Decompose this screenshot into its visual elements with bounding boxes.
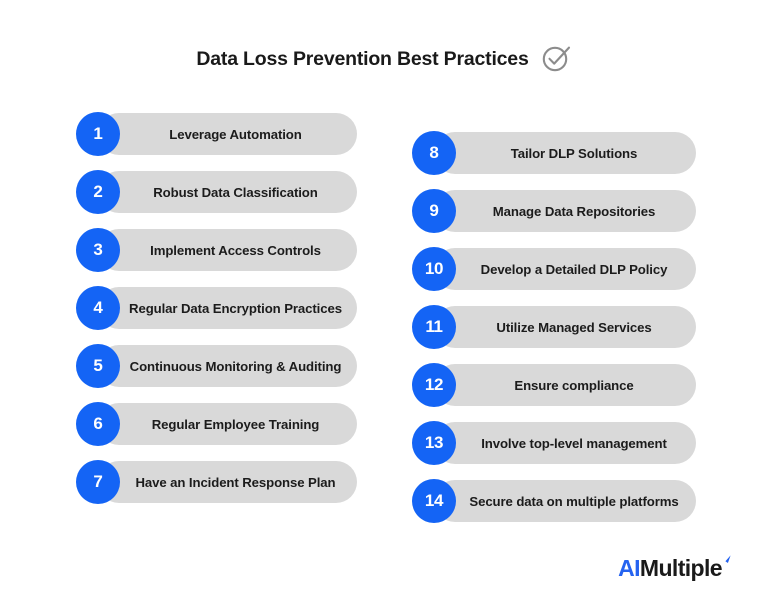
practice-number-badge: 12 <box>412 363 456 407</box>
practice-label: Involve top-level management <box>481 435 667 451</box>
practice-pill[interactable]: Ensure compliance <box>434 364 696 406</box>
practice-number-badge: 7 <box>76 460 120 504</box>
practice-pill[interactable]: Secure data on multiple platforms <box>434 480 696 522</box>
practice-label: Develop a Detailed DLP Policy <box>480 261 668 277</box>
practice-label: Robust Data Classification <box>153 184 318 200</box>
practice-pill[interactable]: Manage Data Repositories <box>434 190 696 232</box>
practice-label: Have an Incident Response Plan <box>135 474 336 490</box>
practice-number-badge: 2 <box>76 170 120 214</box>
practice-pill[interactable]: Implement Access Controls <box>98 229 357 271</box>
practice-label: Regular Data Encryption Practices <box>129 300 342 316</box>
page-title-text: Data Loss Prevention Best Practices <box>196 47 529 70</box>
practice-number-badge: 1 <box>76 112 120 156</box>
practice-pill[interactable]: Utilize Managed Services <box>434 306 696 348</box>
practice-number-badge: 11 <box>412 305 456 349</box>
infographic-canvas: Data Loss Prevention Best Practices Leve… <box>0 0 768 614</box>
page-title: Data Loss Prevention Best Practices <box>0 44 768 74</box>
aimultiple-logo[interactable]: AI Multiple <box>618 555 732 581</box>
practice-number-badge: 10 <box>412 247 456 291</box>
practice-pill[interactable]: Involve top-level management <box>434 422 696 464</box>
practice-pill[interactable]: Develop a Detailed DLP Policy <box>434 248 696 290</box>
practice-label: Secure data on multiple platforms <box>469 493 679 509</box>
practice-label: Regular Employee Training <box>151 416 320 432</box>
practice-number-badge: 8 <box>412 131 456 175</box>
practice-pill[interactable]: Robust Data Classification <box>98 171 357 213</box>
practice-number-badge: 4 <box>76 286 120 330</box>
practice-number-badge: 6 <box>76 402 120 446</box>
practice-pill[interactable]: Leverage Automation <box>98 113 357 155</box>
practice-number-badge: 5 <box>76 344 120 388</box>
practice-number-badge: 13 <box>412 421 456 465</box>
practice-number-badge: 3 <box>76 228 120 272</box>
practice-pill[interactable]: Have an Incident Response Plan <box>98 461 357 503</box>
tick-mark-icon <box>725 555 731 563</box>
practice-pill[interactable]: Continuous Monitoring & Auditing <box>98 345 357 387</box>
practice-number-badge: 14 <box>412 479 456 523</box>
practice-pill[interactable]: Tailor DLP Solutions <box>434 132 696 174</box>
practice-label: Manage Data Repositories <box>492 203 656 219</box>
logo-prefix: AI <box>618 555 640 581</box>
logo-suffix: Multiple <box>639 555 723 581</box>
practice-label: Implement Access Controls <box>150 242 321 258</box>
practice-label: Ensure compliance <box>514 377 634 393</box>
practice-label: Tailor DLP Solutions <box>510 145 638 161</box>
practice-label: Leverage Automation <box>169 126 302 142</box>
check-circle-icon <box>542 46 570 72</box>
practice-label: Utilize Managed Services <box>496 319 652 335</box>
practice-number-badge: 9 <box>412 189 456 233</box>
practice-pill[interactable]: Regular Data Encryption Practices <box>98 287 357 329</box>
practice-label: Continuous Monitoring & Auditing <box>129 358 342 374</box>
practice-pill[interactable]: Regular Employee Training <box>98 403 357 445</box>
